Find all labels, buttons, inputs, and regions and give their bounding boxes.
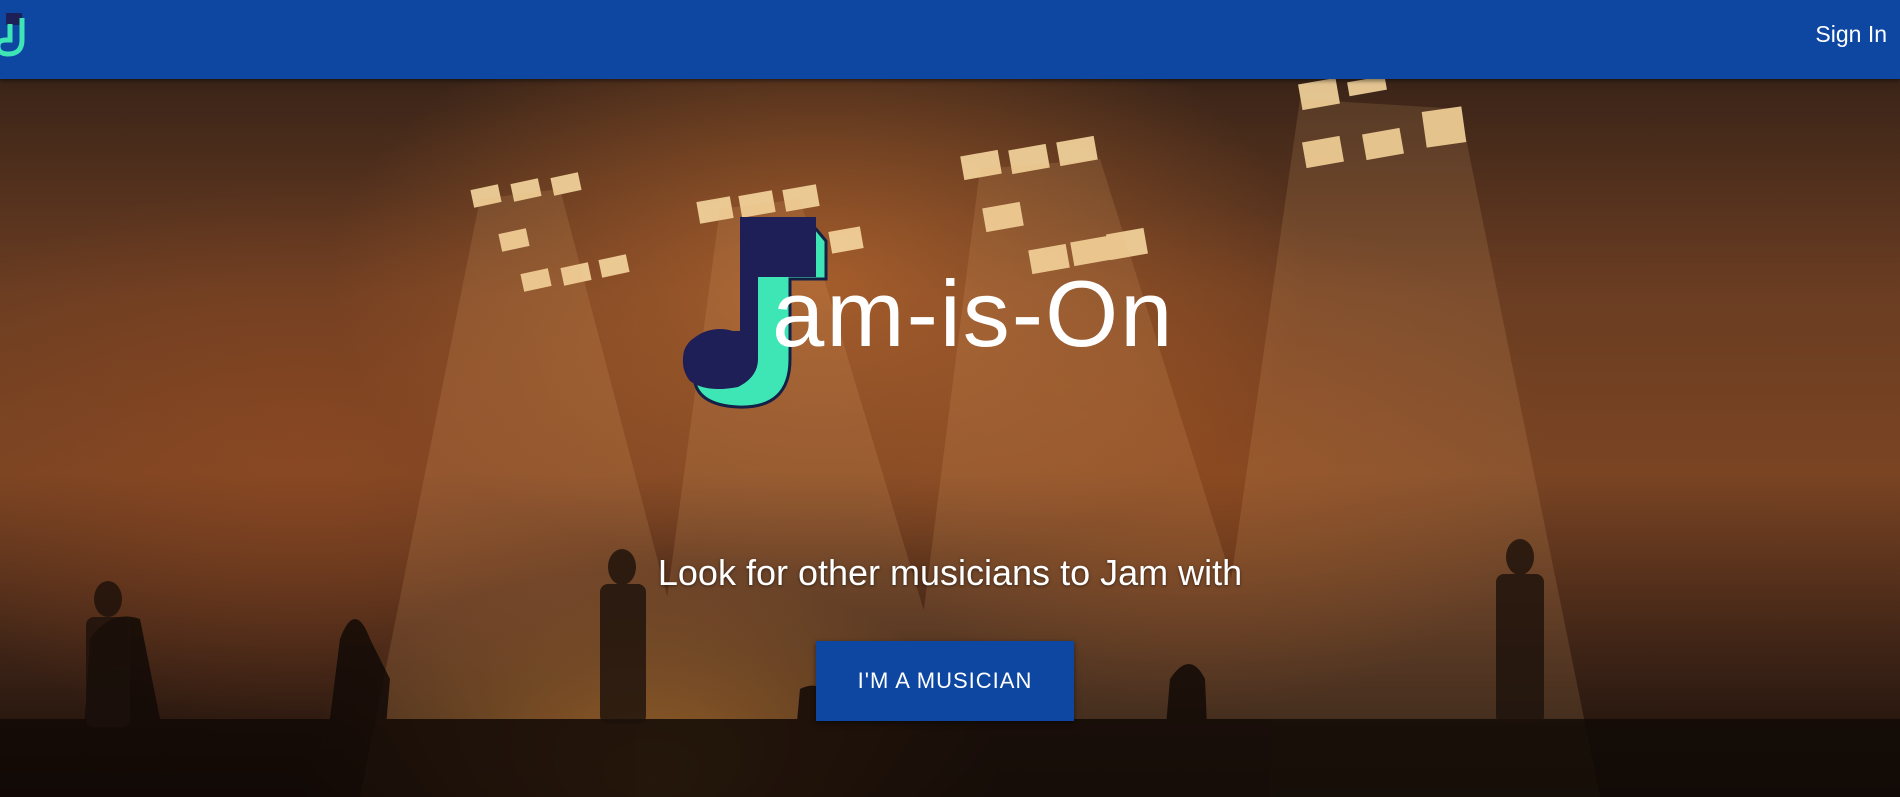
hero-section: am-is-On Look for other musicians to Jam… xyxy=(0,79,1900,797)
im-a-musician-button[interactable]: I'M A MUSICIAN xyxy=(816,641,1074,721)
sign-in-link[interactable]: Sign In xyxy=(1815,20,1887,48)
music-note-logo-icon[interactable] xyxy=(0,10,28,58)
hero-tagline: Look for other musicians to Jam with xyxy=(657,552,1243,593)
top-navbar: Sign In xyxy=(0,0,1900,79)
brand-logo: am-is-On xyxy=(678,209,1238,409)
brand-name: am-is-On xyxy=(772,261,1175,366)
